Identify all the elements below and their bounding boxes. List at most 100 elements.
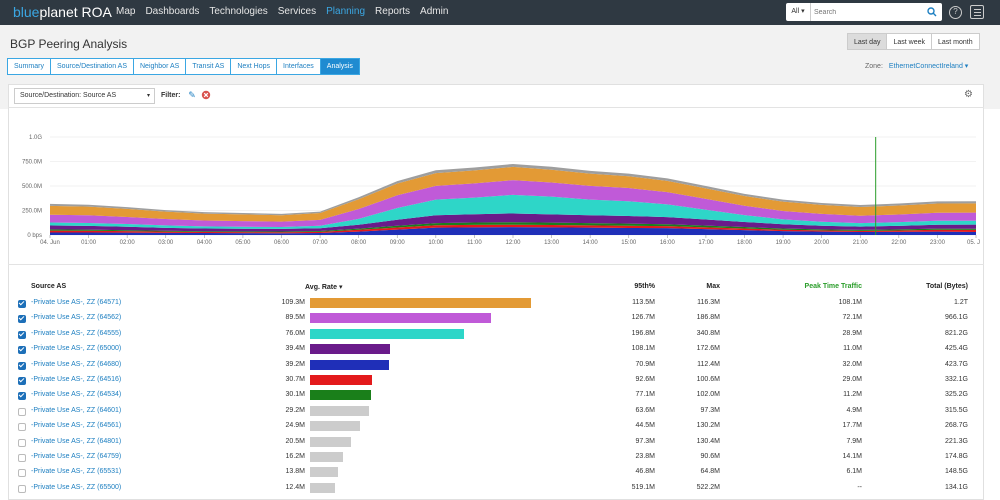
x-tick-label: 05. J...: [967, 240, 980, 246]
avg-rate-bar: [310, 328, 464, 339]
settings-gear-icon[interactable]: ⚙: [964, 90, 974, 100]
p95-value: 519.1M: [631, 483, 655, 491]
source-as-link[interactable]: -Private Use AS-, ZZ (64571): [31, 299, 121, 306]
x-tick-label: 09:00: [390, 240, 406, 246]
col-header-total-bytes[interactable]: Total (Bytes): [900, 283, 968, 290]
time-range-selector: Last day Last week Last month: [847, 33, 980, 50]
source-as-link[interactable]: -Private Use AS-, ZZ (64555): [31, 330, 121, 337]
col-header-max[interactable]: Max: [680, 283, 720, 290]
table-row: -Private Use AS-, ZZ (64534) 30.1M 77.1M 10…: [0, 389, 1000, 404]
col-header-peak-time-traffic[interactable]: Peak Time Traffic: [780, 283, 862, 290]
search-input[interactable]: [814, 5, 924, 19]
brand-logo[interactable]: blueplanet ROA: [13, 4, 112, 20]
range-last-month[interactable]: Last month: [931, 33, 980, 50]
x-tick-label: 20:00: [814, 240, 830, 246]
avg-rate-bar: [310, 313, 491, 324]
total-bytes-value: 315.5G: [945, 406, 968, 414]
page-title: BGP Peering Analysis: [10, 37, 128, 51]
col-header-95th[interactable]: 95th%: [600, 283, 655, 290]
zone-value[interactable]: EthernetConnectIreland: [889, 63, 963, 70]
tab-source-destination-as[interactable]: Source/Destination AS: [49, 58, 134, 75]
tab-summary[interactable]: Summary: [7, 58, 51, 75]
clear-filter-icon[interactable]: [201, 90, 211, 100]
row-checkbox[interactable]: [18, 315, 26, 324]
source-as-link[interactable]: -Private Use AS-, ZZ (64516): [31, 376, 121, 383]
search-scope-dropdown[interactable]: All ▾: [786, 3, 811, 21]
range-last-day[interactable]: Last day: [847, 33, 888, 50]
row-checkbox[interactable]: [18, 330, 26, 339]
source-destination-select[interactable]: Source/Destination: Source AS ▾: [14, 88, 155, 104]
row-checkbox[interactable]: [18, 423, 26, 432]
tab-next-hops[interactable]: Next Hops: [230, 58, 278, 75]
peak-time-traffic-value: 11.0M: [843, 345, 862, 353]
tab-interfaces[interactable]: Interfaces: [276, 58, 321, 75]
source-as-link[interactable]: -Private Use AS-, ZZ (64801): [31, 438, 121, 445]
main-nav: Map Dashboards Technologies Services Plannin…: [116, 6, 448, 17]
row-checkbox[interactable]: [18, 392, 26, 401]
row-checkbox[interactable]: [18, 484, 26, 493]
x-tick-label: 16:00: [660, 240, 676, 246]
avg-rate-bar: [310, 467, 338, 478]
p95-value: 97.3M: [635, 437, 655, 445]
row-checkbox[interactable]: [18, 454, 26, 462]
avg-rate-value: 13.8M: [285, 468, 305, 476]
x-tick-label: 10:00: [428, 240, 444, 246]
row-checkbox[interactable]: [18, 377, 26, 385]
source-as-link[interactable]: -Private Use AS-, ZZ (65531): [31, 468, 121, 475]
zone-caret-icon: ▾: [964, 63, 969, 70]
avg-rate-bar: [310, 359, 389, 370]
total-bytes-value: 423.7G: [945, 360, 968, 368]
nav-item-map[interactable]: Map: [116, 6, 135, 17]
peak-time-traffic-value: 6.1M: [846, 468, 862, 476]
nav-item-services[interactable]: Services: [278, 6, 316, 17]
search-icon[interactable]: [927, 7, 937, 17]
x-tick-label: 13:00: [544, 240, 560, 246]
y-tick-label: 1.0G: [29, 135, 42, 141]
max-value: 186.8M: [696, 314, 720, 322]
source-as-link[interactable]: -Private Use AS-, ZZ (64534): [31, 391, 121, 398]
source-as-link[interactable]: -Private Use AS-, ZZ (64601): [31, 407, 121, 414]
source-as-link[interactable]: -Private Use AS-, ZZ (64759): [31, 453, 121, 460]
range-last-week[interactable]: Last week: [886, 33, 932, 50]
row-checkbox[interactable]: [18, 438, 26, 447]
source-as-link[interactable]: -Private Use AS-, ZZ (64680): [31, 361, 121, 368]
x-tick-label: 23:00: [930, 240, 946, 246]
nav-item-technologies[interactable]: Technologies: [209, 6, 267, 17]
source-as-link[interactable]: -Private Use AS-, ZZ (64562): [31, 314, 121, 321]
max-value: 522.2M: [696, 483, 720, 491]
source-as-link[interactable]: -Private Use AS-, ZZ (65500): [31, 484, 121, 491]
x-tick-label: 15:00: [621, 240, 637, 246]
col-header-source-as[interactable]: Source AS: [31, 283, 66, 290]
brand-part-1: blue: [13, 4, 40, 20]
nav-item-reports[interactable]: Reports: [375, 6, 410, 17]
max-value: 90.6M: [700, 453, 720, 460]
source-as-link[interactable]: -Private Use AS-, ZZ (65000): [31, 345, 121, 352]
col-header-avg-rate[interactable]: Avg. Rate ▾: [305, 283, 343, 291]
total-bytes-value: 821.2G: [945, 329, 968, 337]
avg-rate-value: 29.2M: [285, 406, 305, 414]
row-checkbox[interactable]: [18, 469, 26, 478]
peak-time-traffic-value: 72.1M: [842, 314, 862, 322]
tab-neighbor-as[interactable]: Neighbor AS: [133, 58, 187, 75]
nav-item-admin[interactable]: Admin: [420, 6, 448, 17]
analysis-tabs: Summary Source/Destination AS Neighbor AS T…: [7, 58, 360, 75]
row-checkbox[interactable]: [18, 346, 26, 355]
nav-item-planning[interactable]: Planning: [326, 6, 365, 17]
nav-item-dashboards[interactable]: Dashboards: [145, 6, 199, 17]
row-checkbox[interactable]: [18, 361, 26, 370]
source-as-link[interactable]: -Private Use AS-, ZZ (64561): [31, 422, 121, 429]
row-checkbox[interactable]: [18, 407, 26, 416]
help-icon[interactable]: ?: [949, 6, 962, 19]
peak-time-traffic-value: 4.9M: [846, 406, 862, 414]
avg-rate-bar: [310, 436, 351, 447]
avg-rate-bar: [310, 421, 360, 432]
zone-selector[interactable]: Zone: EthernetConnectIreland ▾: [865, 62, 968, 70]
y-tick-label: 250.0M: [22, 209, 42, 215]
max-value: 100.6M: [696, 376, 720, 383]
edit-filter-icon[interactable]: ✎: [187, 90, 197, 100]
tab-analysis[interactable]: Analysis: [319, 58, 360, 75]
row-checkbox[interactable]: [18, 300, 26, 308]
tab-transit-as[interactable]: Transit AS: [185, 58, 232, 75]
menu-icon[interactable]: [970, 5, 984, 19]
peak-time-traffic-value: 14.1M: [842, 453, 862, 460]
